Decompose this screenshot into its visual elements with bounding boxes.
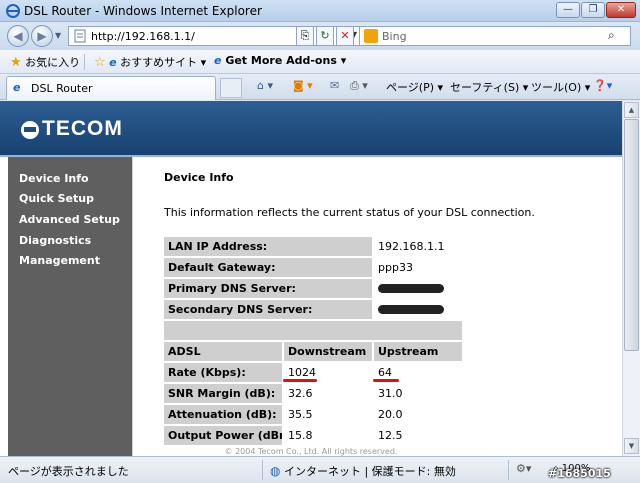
secondary-dns-label: Secondary DNS Server:: [164, 300, 372, 319]
security-zone[interactable]: ◍ インターネット | 保護モード: 無効: [270, 463, 456, 479]
tecom-logo-icon: [21, 121, 39, 139]
recommended-sites-link[interactable]: ☆ e おすすめサイト ▾: [94, 54, 206, 70]
stop-icon[interactable]: ✕: [336, 26, 354, 46]
output-power-upstream-value: 12.5: [374, 426, 462, 445]
attenuation-downstream-value: 35.5: [284, 405, 372, 424]
spacer-row: [164, 321, 462, 340]
scroll-up-arrow-icon[interactable]: ▲: [624, 102, 639, 118]
tab-label: DSL Router: [31, 82, 93, 95]
feeds-icon[interactable]: ◙ ▾: [293, 79, 313, 92]
redacted-mark: [378, 284, 444, 293]
bing-icon: [364, 29, 378, 43]
history-dropdown-icon[interactable]: ▼: [55, 31, 61, 40]
recommended-sites-label: おすすめサイト ▾: [120, 56, 207, 69]
redacted-mark: [378, 305, 444, 314]
primary-dns-value: [374, 279, 462, 298]
page-icon: [74, 29, 86, 43]
new-tab-button[interactable]: [220, 78, 242, 98]
rate-label: Rate (Kbps):: [164, 363, 282, 382]
search-icon[interactable]: ⌕: [608, 28, 615, 43]
status-bar: ページが表示されました ◍ インターネット | 保護モード: 無効 ⚙▾ ⌕ 1…: [0, 456, 640, 483]
page-menu[interactable]: ページ(P) ▾: [386, 79, 443, 95]
scroll-down-arrow-icon[interactable]: ▼: [624, 438, 639, 454]
highlight-underline: [373, 379, 399, 382]
upstream-header: Upstream: [374, 342, 462, 361]
ie-logo-icon: [6, 4, 20, 18]
favorites-label: お気に入り: [25, 56, 81, 69]
output-power-label: Output Power (dBm):: [164, 426, 282, 445]
page-description: This information reflects the current st…: [164, 206, 535, 219]
scroll-thumb[interactable]: [624, 119, 639, 351]
window-title: DSL Router - Windows Internet Explorer: [24, 4, 262, 18]
adsl-header: ADSL: [164, 342, 282, 361]
sidebar-menu: Device Info Quick Setup Advanced Setup D…: [8, 157, 132, 456]
device-info-table: LAN IP Address: 192.168.1.1 Default Gate…: [164, 237, 462, 456]
tab-dsl-router[interactable]: e DSL Router: [6, 76, 216, 100]
lan-ip-label: LAN IP Address:: [164, 237, 372, 256]
sidebar-item-management[interactable]: Management: [19, 254, 100, 267]
ie-logo-icon: e: [109, 56, 117, 69]
sidebar-item-device-info[interactable]: Device Info: [19, 172, 89, 185]
snr-label: SNR Margin (dB):: [164, 384, 282, 403]
address-url[interactable]: http://192.168.1.1/: [91, 30, 195, 43]
addon-status-icon[interactable]: ⚙▾: [516, 462, 531, 475]
main-content: Device Info This information reflects th…: [132, 157, 622, 456]
output-power-downstream-value: 15.8: [284, 426, 372, 445]
title-bar: DSL Router - Windows Internet Explorer —…: [0, 0, 640, 22]
downstream-header: Downstream: [284, 342, 372, 361]
attenuation-label: Attenuation (dB):: [164, 405, 282, 424]
sidebar-item-advanced-setup[interactable]: Advanced Setup: [19, 213, 120, 226]
security-zone-label: インターネット | 保護モード: 無効: [283, 465, 456, 478]
compatibility-view-icon[interactable]: ⎘: [296, 26, 314, 46]
sidebar-item-quick-setup[interactable]: Quick Setup: [19, 192, 94, 205]
home-icon[interactable]: ⌂ ▾: [257, 79, 273, 92]
globe-icon: ◍: [270, 464, 281, 478]
close-button[interactable]: ✕: [606, 2, 636, 18]
search-placeholder[interactable]: Bing: [382, 30, 407, 43]
divider: [508, 460, 509, 480]
get-addons-label: Get More Add-ons ▾: [225, 54, 347, 67]
copyright-text: © 2004 Tecom Co., Ltd. All rights reserv…: [224, 447, 398, 456]
safety-menu[interactable]: セーフティ(S) ▾: [450, 79, 528, 95]
tecom-logo-bar: [24, 127, 36, 132]
divider: [84, 54, 85, 70]
watermark: #1685015: [548, 467, 611, 480]
favorites-bar: ★ お気に入り ☆ e おすすめサイト ▾ e Get More Add-ons…: [0, 50, 640, 74]
page-viewport: TECOM Device Info Quick Setup Advanced S…: [0, 101, 622, 456]
highlight-underline: [283, 379, 317, 382]
gateway-label: Default Gateway:: [164, 258, 372, 277]
attenuation-upstream-value: 20.0: [374, 405, 462, 424]
help-icon[interactable]: ❓▾: [593, 79, 612, 92]
tools-menu[interactable]: ツール(O) ▾: [531, 79, 590, 95]
favorites-button[interactable]: ★ お気に入り: [10, 54, 80, 70]
sidebar-item-diagnostics[interactable]: Diagnostics: [19, 234, 91, 247]
secondary-dns-value: [374, 300, 462, 319]
back-button[interactable]: ◀: [7, 25, 29, 47]
divider: [262, 460, 263, 480]
primary-dns-label: Primary DNS Server:: [164, 279, 372, 298]
add-favorite-star-icon: ☆: [94, 55, 106, 70]
router-banner: TECOM: [0, 101, 622, 155]
minimize-button[interactable]: —: [556, 2, 580, 18]
lan-ip-value: 192.168.1.1: [374, 237, 462, 256]
brand-name: TECOM: [42, 117, 123, 140]
mail-icon[interactable]: ✉: [330, 79, 339, 92]
search-field[interactable]: Bing ⌕: [359, 26, 631, 46]
status-text: ページが表示されました: [8, 465, 129, 478]
ie-logo-icon: e: [214, 54, 222, 67]
tab-bar: e DSL Router ⌂ ▾ ◙ ▾ ✉ ⎙ ▾ ページ(P) ▾ セーフテ…: [0, 74, 640, 100]
refresh-icon[interactable]: ↻: [316, 26, 334, 46]
forward-button[interactable]: ▶: [31, 25, 53, 47]
snr-upstream-value: 31.0: [374, 384, 462, 403]
address-row: ◀ ▶ ▼ http://192.168.1.1/ ▼ ⎘ ↻ ✕ Bing ⌕: [0, 22, 640, 50]
maximize-button[interactable]: ❐: [581, 2, 605, 18]
favorites-star-icon: ★: [10, 55, 22, 70]
gateway-value: ppp33: [374, 258, 462, 277]
snr-downstream-value: 32.6: [284, 384, 372, 403]
page-title: Device Info: [164, 171, 234, 184]
ie-logo-icon: e: [13, 81, 21, 94]
get-addons-link[interactable]: e Get More Add-ons ▾: [214, 54, 346, 70]
print-icon[interactable]: ⎙ ▾: [350, 79, 368, 93]
vertical-scrollbar[interactable]: ▲ ▼: [622, 101, 640, 456]
